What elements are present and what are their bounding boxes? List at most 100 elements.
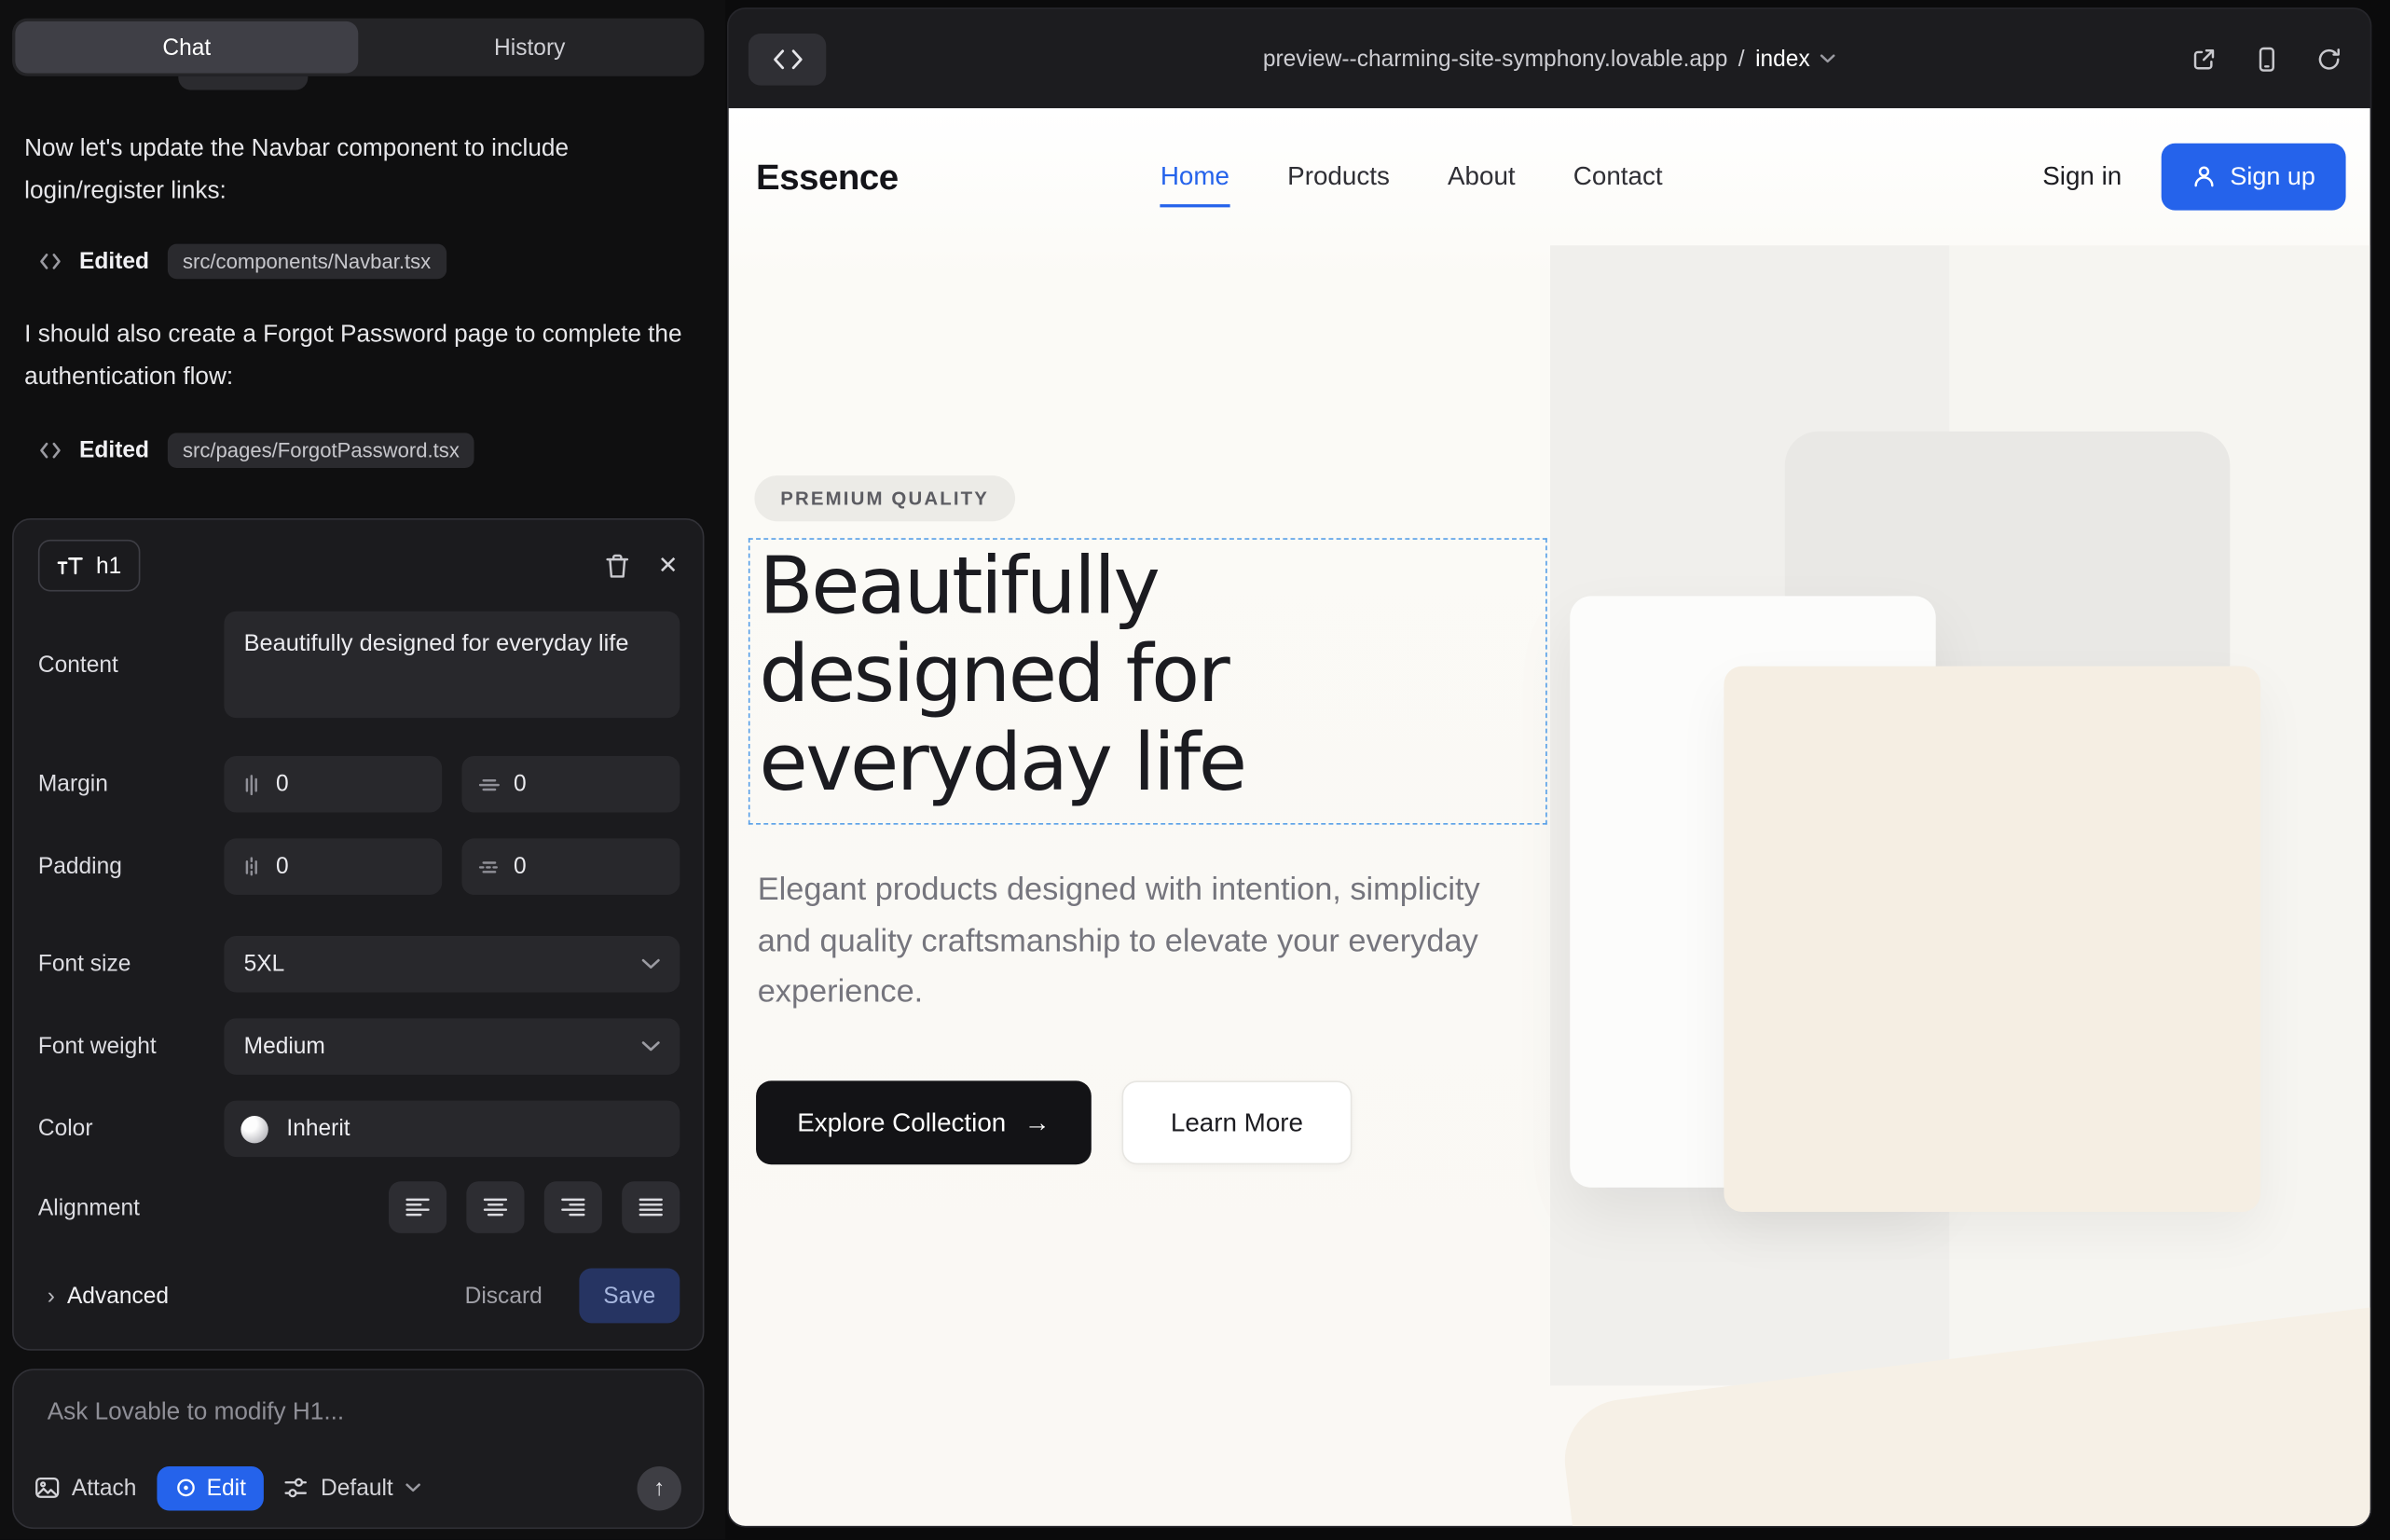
element-selection-outline: Beautifully designed for everyday life xyxy=(749,538,1547,824)
chat-message: Now let's update the Navbar component to… xyxy=(24,128,692,213)
chat-message: I should also create a Forgot Password p… xyxy=(24,314,692,400)
font-size-value: 5XL xyxy=(244,951,285,977)
font-weight-value: Medium xyxy=(244,1034,325,1060)
align-center-button[interactable] xyxy=(466,1181,524,1233)
refresh-button[interactable] xyxy=(2315,45,2342,72)
sign-in-button[interactable]: Sign in xyxy=(2033,160,2131,194)
content-row: Content Beautifully designed for everyda… xyxy=(14,612,703,718)
sign-up-button[interactable]: Sign up xyxy=(2162,144,2346,211)
content-label: Content xyxy=(38,652,224,678)
close-icon: ✕ xyxy=(658,550,679,581)
margin-row: Margin xyxy=(14,756,703,813)
hero-headline[interactable]: Beautifully designed for everyday life xyxy=(759,543,1437,808)
nav-link-home[interactable]: Home xyxy=(1161,161,1229,207)
lovable-workspace: Chat History Now let's update the Navbar… xyxy=(0,0,2390,1540)
composer-input[interactable] xyxy=(44,1397,672,1428)
color-label: Color xyxy=(38,1116,224,1142)
close-editor-button[interactable]: ✕ xyxy=(658,550,679,581)
browser-actions xyxy=(2191,45,2343,72)
code-icon xyxy=(40,253,62,269)
url-path: index xyxy=(1755,46,1810,72)
arrow-right-icon: → xyxy=(1024,1107,1051,1138)
color-select[interactable]: Inherit xyxy=(224,1101,680,1158)
margin-label: Margin xyxy=(38,771,224,797)
font-weight-select[interactable]: Medium xyxy=(224,1018,680,1075)
editor-footer: › Advanced Discard Save xyxy=(14,1268,703,1323)
align-left-button[interactable] xyxy=(389,1181,446,1233)
edit-label: Edit xyxy=(207,1475,246,1501)
target-icon xyxy=(174,1478,196,1499)
alignment-buttons xyxy=(224,1181,680,1233)
explore-collection-button[interactable]: Explore Collection → xyxy=(756,1080,1092,1164)
send-button[interactable]: ↑ xyxy=(638,1465,681,1509)
element-tag: h1 xyxy=(96,553,121,579)
decorative-beige-card xyxy=(1724,667,2260,1212)
tab-history[interactable]: History xyxy=(358,21,701,74)
tab-chat[interactable]: Chat xyxy=(15,21,358,74)
chevron-right-icon: › xyxy=(48,1283,55,1309)
chevron-down-icon xyxy=(641,959,660,969)
chevron-down-icon xyxy=(641,1041,660,1052)
preview-browser: preview--charming-site-symphony.lovable.… xyxy=(727,7,2371,1527)
edit-mode-button[interactable]: Edit xyxy=(157,1465,265,1509)
edited-file-chip[interactable]: src/components/Navbar.tsx xyxy=(168,243,446,279)
margin-vertical-input[interactable] xyxy=(276,771,343,797)
nav-link-products[interactable]: Products xyxy=(1287,161,1390,192)
alignment-label: Alignment xyxy=(38,1194,224,1220)
color-row: Color Inherit xyxy=(14,1101,703,1158)
edited-file-row: Edited src/components/Navbar.tsx xyxy=(40,241,446,281)
hero-cta-group: Explore Collection → Learn More xyxy=(756,1080,1352,1164)
nav-link-contact[interactable]: Contact xyxy=(1573,161,1663,192)
padding-horizontal-icon xyxy=(478,856,500,877)
mobile-icon xyxy=(2253,45,2280,72)
site-navbar: Essence Home Products About Contact Sign… xyxy=(729,108,2370,245)
composer-toolbar: Attach Edit Default ↑ xyxy=(35,1464,681,1510)
learn-more-button[interactable]: Learn More xyxy=(1122,1080,1353,1164)
color-swatch xyxy=(240,1115,268,1142)
chevron-down-icon xyxy=(1820,54,1835,63)
model-default-button[interactable]: Default xyxy=(284,1475,420,1501)
padding-vertical-field xyxy=(224,838,442,895)
attach-button[interactable]: Attach xyxy=(35,1475,137,1501)
discard-button[interactable]: Discard xyxy=(456,1281,552,1310)
font-weight-label: Font weight xyxy=(38,1034,224,1060)
hero-description: Elegant products designed with intention… xyxy=(758,864,1487,1017)
font-size-row: Font size 5XL xyxy=(14,936,703,993)
font-size-select[interactable]: 5XL xyxy=(224,936,680,993)
padding-horizontal-input[interactable] xyxy=(514,854,581,880)
url-breadcrumb[interactable]: preview--charming-site-symphony.lovable.… xyxy=(1263,46,1836,72)
mobile-view-button[interactable] xyxy=(2253,45,2280,72)
padding-row: Padding xyxy=(14,838,703,895)
margin-horizontal-input[interactable] xyxy=(514,771,581,797)
user-icon xyxy=(2191,165,2216,189)
nav-link-about[interactable]: About xyxy=(1448,161,1516,192)
padding-vertical-input[interactable] xyxy=(276,854,343,880)
advanced-toggle[interactable]: › Advanced xyxy=(38,1281,178,1310)
align-right-icon xyxy=(561,1198,585,1217)
typography-icon xyxy=(57,556,84,575)
image-icon xyxy=(35,1478,60,1499)
site-logo[interactable]: Essence xyxy=(756,157,899,198)
font-size-label: Font size xyxy=(38,951,224,977)
code-icon xyxy=(40,441,62,458)
editor-header: h1 ✕ xyxy=(14,520,703,599)
send-arrow-icon: ↑ xyxy=(653,1475,665,1501)
nav-auth: Sign in Sign up xyxy=(2033,144,2345,211)
scrolled-chip xyxy=(178,76,308,90)
align-justify-button[interactable] xyxy=(622,1181,680,1233)
save-button[interactable]: Save xyxy=(579,1268,680,1323)
open-external-button[interactable] xyxy=(2191,45,2218,72)
selected-element-pill[interactable]: h1 xyxy=(38,540,140,592)
sign-up-label: Sign up xyxy=(2230,162,2315,191)
margin-horizontal-icon xyxy=(478,774,500,795)
edited-file-chip[interactable]: src/pages/ForgotPassword.tsx xyxy=(168,433,475,468)
editor-actions: ✕ xyxy=(605,550,679,581)
padding-vertical-icon xyxy=(240,856,262,877)
align-right-button[interactable] xyxy=(544,1181,602,1233)
edited-label: Edited xyxy=(79,248,149,274)
content-textarea[interactable]: Beautifully designed for everyday life xyxy=(224,612,680,718)
external-link-icon xyxy=(2191,45,2218,72)
explore-collection-label: Explore Collection xyxy=(797,1107,1006,1138)
code-view-toggle[interactable] xyxy=(749,33,826,85)
delete-element-button[interactable] xyxy=(605,553,629,579)
